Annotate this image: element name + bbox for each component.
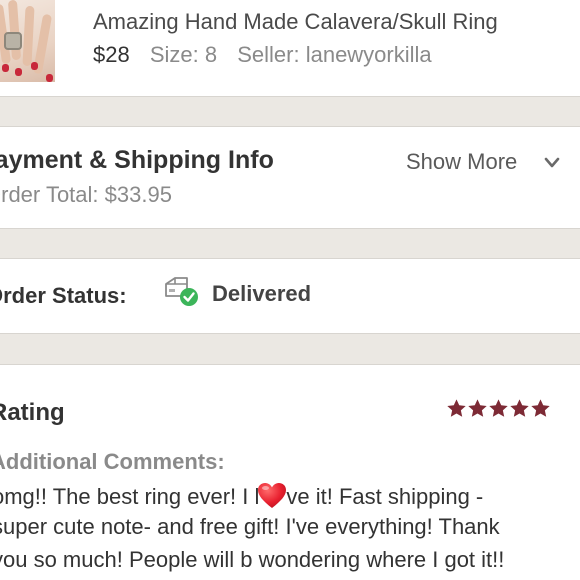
star-icon	[531, 399, 550, 417]
order-status-label: Order Status:	[0, 283, 127, 308]
item-title[interactable]: Amazing Hand Made Calavera/Skull Ring	[93, 9, 498, 35]
package-delivered-icon	[165, 277, 198, 306]
comment-line: super cute note- and free gift! I've eve…	[0, 514, 500, 539]
comment-text: omg!! The best ring ever! I l	[0, 484, 260, 509]
item-meta: $28 Size: 8 Seller: lanewyorkilla	[93, 42, 432, 68]
rating-card: Rating Additional Comments: omg!! The be…	[0, 365, 580, 580]
chevron-down-icon[interactable]	[544, 155, 560, 171]
payment-shipping-title: Payment & Shipping Info	[0, 146, 274, 174]
skull-ring-shape	[4, 32, 22, 50]
nail-shape	[15, 68, 22, 76]
show-more-button[interactable]: Show More	[406, 149, 517, 175]
divider	[0, 96, 580, 97]
order-total: Order Total: $33.95	[0, 182, 172, 207]
item-seller[interactable]: Seller: lanewyorkilla	[237, 42, 431, 67]
rating-label: Rating	[0, 399, 65, 426]
comment-text: ve it! Fast shipping -	[286, 484, 484, 509]
star-icon	[468, 399, 487, 417]
nail-shape	[46, 74, 53, 82]
order-status-card: Order Status: Delivered	[0, 259, 580, 333]
nail-shape	[31, 62, 38, 70]
divider	[0, 333, 580, 334]
finger-shape	[7, 0, 22, 61]
order-status-value: Delivered	[212, 281, 312, 306]
additional-comments-label: Additional Comments:	[0, 449, 225, 474]
star-icon	[510, 399, 529, 417]
order-detail-page: Amazing Hand Made Calavera/Skull Ring $2…	[0, 0, 580, 580]
finger-shape	[22, 5, 35, 67]
red-heart-emoji-icon	[258, 483, 287, 508]
star-rating	[446, 398, 551, 420]
item-size: Size: 8	[149, 42, 218, 67]
payment-shipping-card: Payment & Shipping Info Order Total: $33…	[0, 127, 580, 228]
item-price: $28	[93, 42, 130, 67]
star-icon	[447, 399, 466, 417]
divider	[0, 228, 580, 229]
item-thumbnail[interactable]	[0, 0, 55, 82]
item-card[interactable]: Amazing Hand Made Calavera/Skull Ring $2…	[0, 0, 580, 96]
comment-line: omg!! The best ring ever! I l ve it! Fas…	[0, 482, 483, 510]
nail-shape	[2, 64, 9, 72]
star-icon	[489, 399, 508, 417]
comment-line: you so much! People will b wondering whe…	[0, 547, 505, 572]
